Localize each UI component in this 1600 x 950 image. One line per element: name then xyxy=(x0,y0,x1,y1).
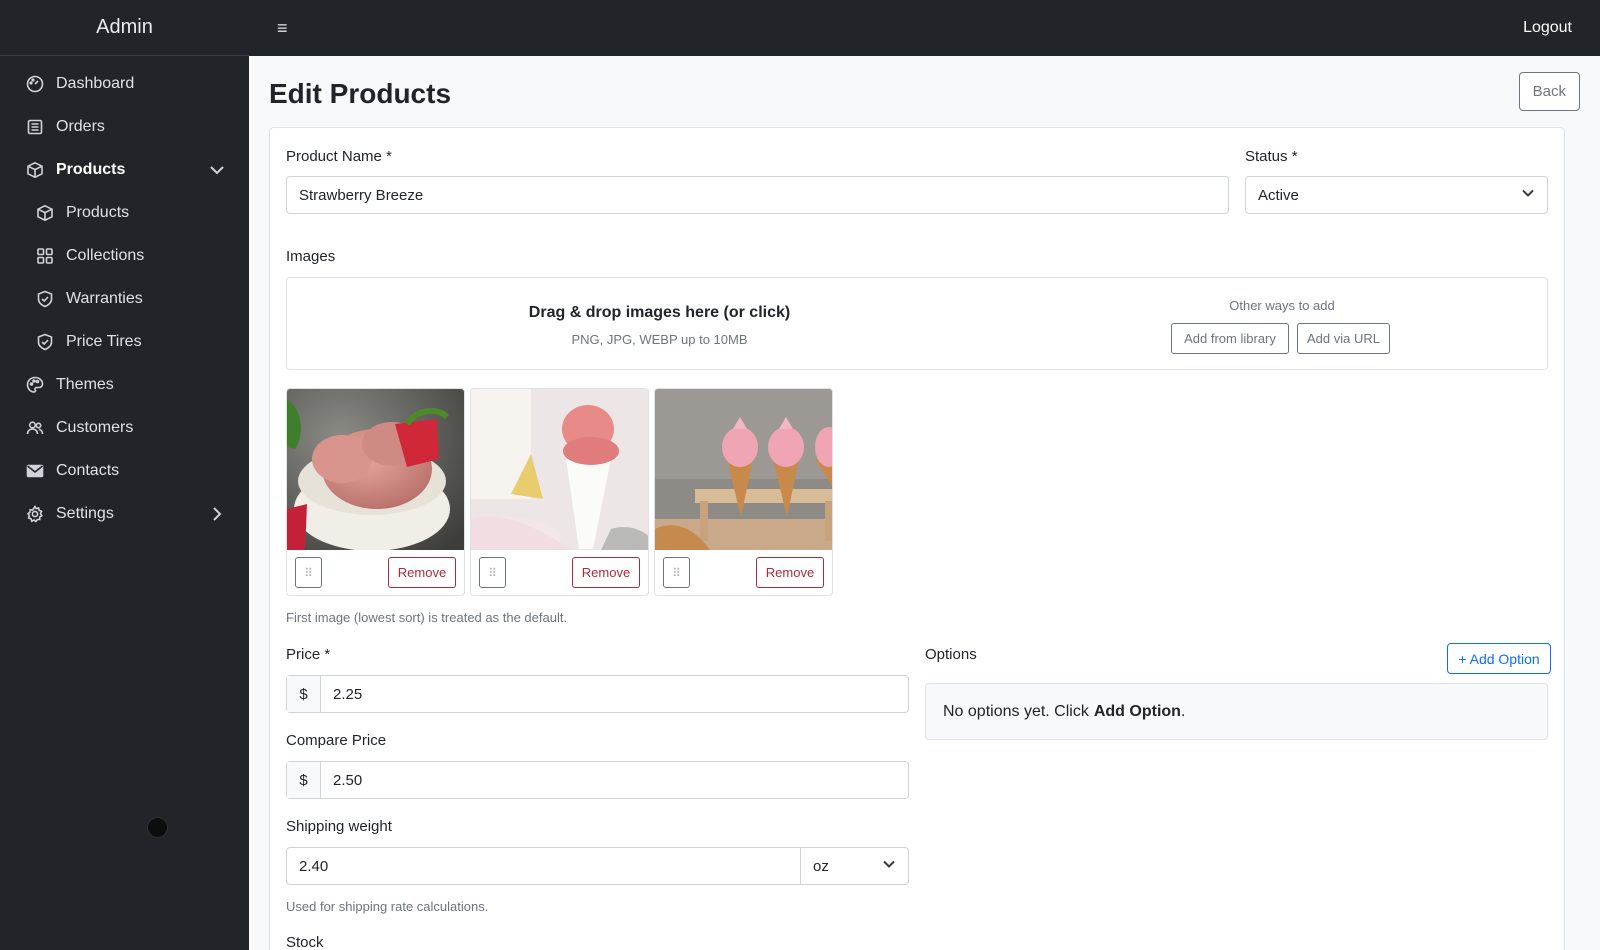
drag-handle[interactable]: ⠿ xyxy=(479,557,506,588)
logout-link[interactable]: Logout xyxy=(1523,19,1572,37)
status-label: Status * xyxy=(1245,148,1298,165)
sidebar-item-contacts[interactable]: Contacts xyxy=(0,449,249,492)
topbar: ≡ Logout xyxy=(249,0,1600,56)
chevron-down-icon[interactable] xyxy=(209,162,225,178)
chevron-down-icon xyxy=(882,857,896,875)
dropzone-title: Drag & drop images here (or click) xyxy=(528,304,791,321)
dropzone-subtitle: PNG, JPG, WEBP up to 10MB xyxy=(571,332,748,347)
sidebar-item-label: Customers xyxy=(56,418,134,436)
options-empty-text: No options yet. Click xyxy=(943,702,1089,720)
shield-icon xyxy=(36,333,54,351)
currency-addon: $ xyxy=(287,762,321,798)
box-icon xyxy=(36,204,54,222)
sidebar-item-dashboard[interactable]: Dashboard xyxy=(0,62,249,105)
product-name-label: Product Name * xyxy=(286,148,392,165)
envelope-icon xyxy=(26,462,44,480)
shipping-weight-input[interactable]: 2.40 xyxy=(286,847,801,885)
brand-title[interactable]: Admin xyxy=(0,0,249,56)
sidebar-item-customers[interactable]: Customers xyxy=(0,406,249,449)
add-via-url-button[interactable]: Add via URL xyxy=(1297,323,1390,354)
main-content: Edit Products Back Product Name * Strawb… xyxy=(249,56,1600,950)
options-label: Options xyxy=(925,646,977,663)
palette-icon xyxy=(26,376,44,394)
price-label: Price * xyxy=(286,646,331,663)
price-input-group: $ 2.25 xyxy=(286,675,909,713)
thumbnail-actions: ⠿ Remove xyxy=(655,548,832,595)
ice-cream-cones-image xyxy=(655,389,832,550)
weight-unit-select[interactable]: oz xyxy=(800,847,909,885)
sidebar-item-themes[interactable]: Themes xyxy=(0,363,249,406)
thumbnail-actions: ⠿ Remove xyxy=(471,548,648,595)
dashboard-icon xyxy=(26,75,44,93)
image-thumbnail: ⠿ Remove xyxy=(470,388,649,596)
page-title: Edit Products xyxy=(269,78,452,109)
users-icon xyxy=(26,419,44,437)
ice-cream-bowl-image xyxy=(287,389,464,550)
remove-image-button[interactable]: Remove xyxy=(572,557,640,588)
sidebar-subitem-warranties[interactable]: Warranties xyxy=(0,277,249,320)
shipping-weight-label: Shipping weight xyxy=(286,818,392,835)
options-empty-end: . xyxy=(1180,702,1186,720)
add-from-library-button[interactable]: Add from library xyxy=(1171,323,1289,354)
box-icon xyxy=(26,161,44,179)
remove-image-button[interactable]: Remove xyxy=(388,557,456,588)
product-form-card: Product Name * Strawberry Breeze Status … xyxy=(269,127,1565,950)
sidebar-subitem-collections[interactable]: Collections xyxy=(0,234,249,277)
shipping-weight-hint: Used for shipping rate calculations. xyxy=(286,899,489,914)
sidebar-item-label: Themes xyxy=(56,375,114,393)
stock-label: Stock xyxy=(286,934,324,950)
sidebar-item-label: Warranties xyxy=(66,289,143,307)
weight-unit-value: oz xyxy=(813,857,829,875)
status-value: Active xyxy=(1258,186,1299,204)
sidebar: Admin Dashboard Orders Products Products… xyxy=(0,0,249,950)
shield-icon xyxy=(36,290,54,308)
compare-price-label: Compare Price xyxy=(286,732,387,749)
image-thumbnail: ⠿ Remove xyxy=(286,388,465,596)
sidebar-item-label: Orders xyxy=(56,117,105,135)
status-select[interactable]: Active xyxy=(1245,176,1548,214)
sidebar-toggle-dot[interactable] xyxy=(147,817,168,838)
product-name-input[interactable]: Strawberry Breeze xyxy=(286,176,1229,214)
sidebar-item-label: Settings xyxy=(56,504,114,522)
sidebar-item-label: Dashboard xyxy=(56,74,135,92)
sidebar-item-settings[interactable]: Settings xyxy=(0,492,249,535)
image-default-hint: First image (lowest sort) is treated as … xyxy=(286,610,568,625)
sidebar-item-label: Price Tires xyxy=(66,332,142,350)
currency-addon: $ xyxy=(287,676,321,712)
drag-handle[interactable]: ⠿ xyxy=(295,557,322,588)
sidebar-nav: Dashboard Orders Products Products Colle… xyxy=(0,56,249,535)
sidebar-item-products[interactable]: Products xyxy=(0,148,249,191)
add-option-button[interactable]: + Add Option xyxy=(1447,643,1551,674)
sidebar-subitem-price-tires[interactable]: Price Tires xyxy=(0,320,249,363)
orders-icon xyxy=(26,118,44,136)
compare-price-input[interactable]: 2.50 xyxy=(321,762,362,798)
image-thumbnail: ⠿ Remove xyxy=(654,388,833,596)
sidebar-subitem-products[interactable]: Products xyxy=(0,191,249,234)
sidebar-item-label: Products xyxy=(66,203,130,221)
page-header: Edit Products Back xyxy=(269,56,1580,126)
hamburger-menu-icon[interactable]: ≡ xyxy=(277,18,288,39)
other-ways-label: Other ways to add xyxy=(1229,298,1335,313)
price-input[interactable]: 2.25 xyxy=(321,676,362,712)
sidebar-item-label: Contacts xyxy=(56,461,120,479)
sidebar-item-label: Products xyxy=(56,160,126,178)
sidebar-item-label: Collections xyxy=(66,246,145,264)
back-button[interactable]: Back xyxy=(1518,71,1580,111)
options-empty-strong: Add Option xyxy=(1093,702,1181,720)
chevron-right-icon[interactable] xyxy=(209,506,225,522)
remove-image-button[interactable]: Remove xyxy=(756,557,824,588)
sidebar-item-orders[interactable]: Orders xyxy=(0,105,249,148)
drag-handle[interactable]: ⠿ xyxy=(663,557,690,588)
compare-price-input-group: $ 2.50 xyxy=(286,761,909,799)
image-dropzone[interactable]: Drag & drop images here (or click) PNG, … xyxy=(286,277,1548,370)
options-empty-state: No options yet. Click Add Option. xyxy=(925,683,1548,740)
ice-cream-glass-image xyxy=(471,389,648,550)
chevron-down-icon xyxy=(1521,186,1535,204)
grid-icon xyxy=(36,247,54,265)
gear-icon xyxy=(26,504,44,523)
images-label: Images xyxy=(286,248,336,265)
thumbnail-actions: ⠿ Remove xyxy=(287,548,464,595)
